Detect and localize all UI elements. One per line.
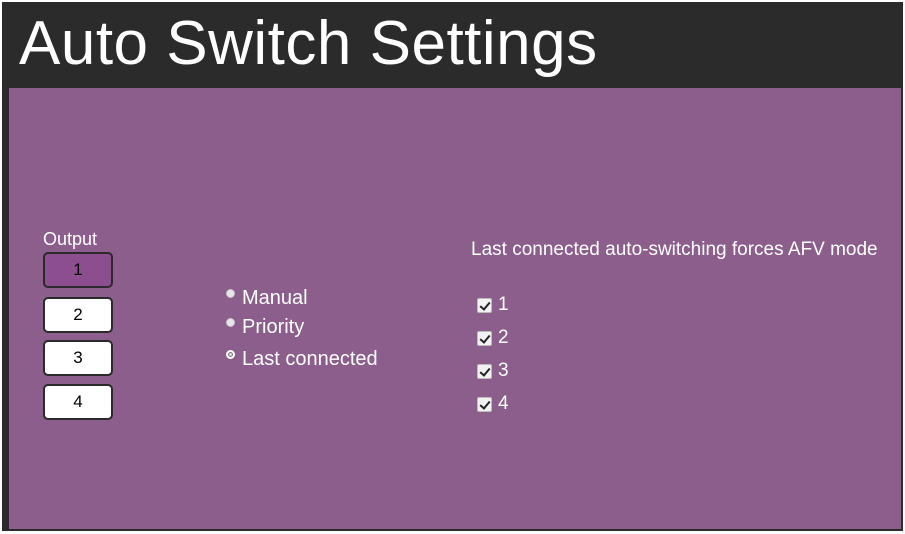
radio-priority-indicator[interactable] [226, 318, 235, 327]
radio-manual-label: Manual [242, 287, 308, 309]
afv-heading: Last connected auto-switching forces AFV… [471, 239, 878, 260]
afv-checkbox-1[interactable]: 1 [477, 294, 509, 316]
radio-last-connected-label: Last connected [242, 348, 378, 370]
checkbox-4-check-icon[interactable] [477, 396, 492, 412]
checkbox-2-check-icon[interactable] [477, 330, 492, 346]
checkbox-3-check-icon[interactable] [477, 363, 492, 379]
afv-checkbox-2-label: 2 [498, 327, 509, 348]
settings-panel [9, 88, 901, 529]
output-button-2[interactable]: 2 [43, 297, 113, 333]
radio-manual[interactable]: Manual [226, 287, 308, 310]
checkbox-1-check-icon[interactable] [477, 297, 492, 313]
afv-checkbox-4-label: 4 [498, 393, 509, 414]
output-button-3[interactable]: 3 [43, 340, 113, 376]
afv-checkbox-4[interactable]: 4 [477, 393, 509, 415]
afv-checkbox-2[interactable]: 2 [477, 327, 509, 349]
output-button-4[interactable]: 4 [43, 384, 113, 420]
radio-priority-label: Priority [242, 316, 305, 338]
radio-priority[interactable]: Priority [226, 316, 304, 339]
afv-checkbox-3[interactable]: 3 [477, 360, 509, 382]
afv-checkbox-3-label: 3 [498, 360, 509, 381]
output-button-1[interactable]: 1 [43, 252, 113, 288]
page-title: Auto Switch Settings [19, 9, 598, 78]
radio-last-connected-indicator[interactable] [226, 350, 235, 359]
radio-last-connected[interactable]: Last connected [226, 348, 378, 371]
radio-manual-indicator[interactable] [226, 289, 235, 298]
output-label: Output [43, 229, 98, 249]
afv-checkbox-1-label: 1 [498, 294, 509, 315]
